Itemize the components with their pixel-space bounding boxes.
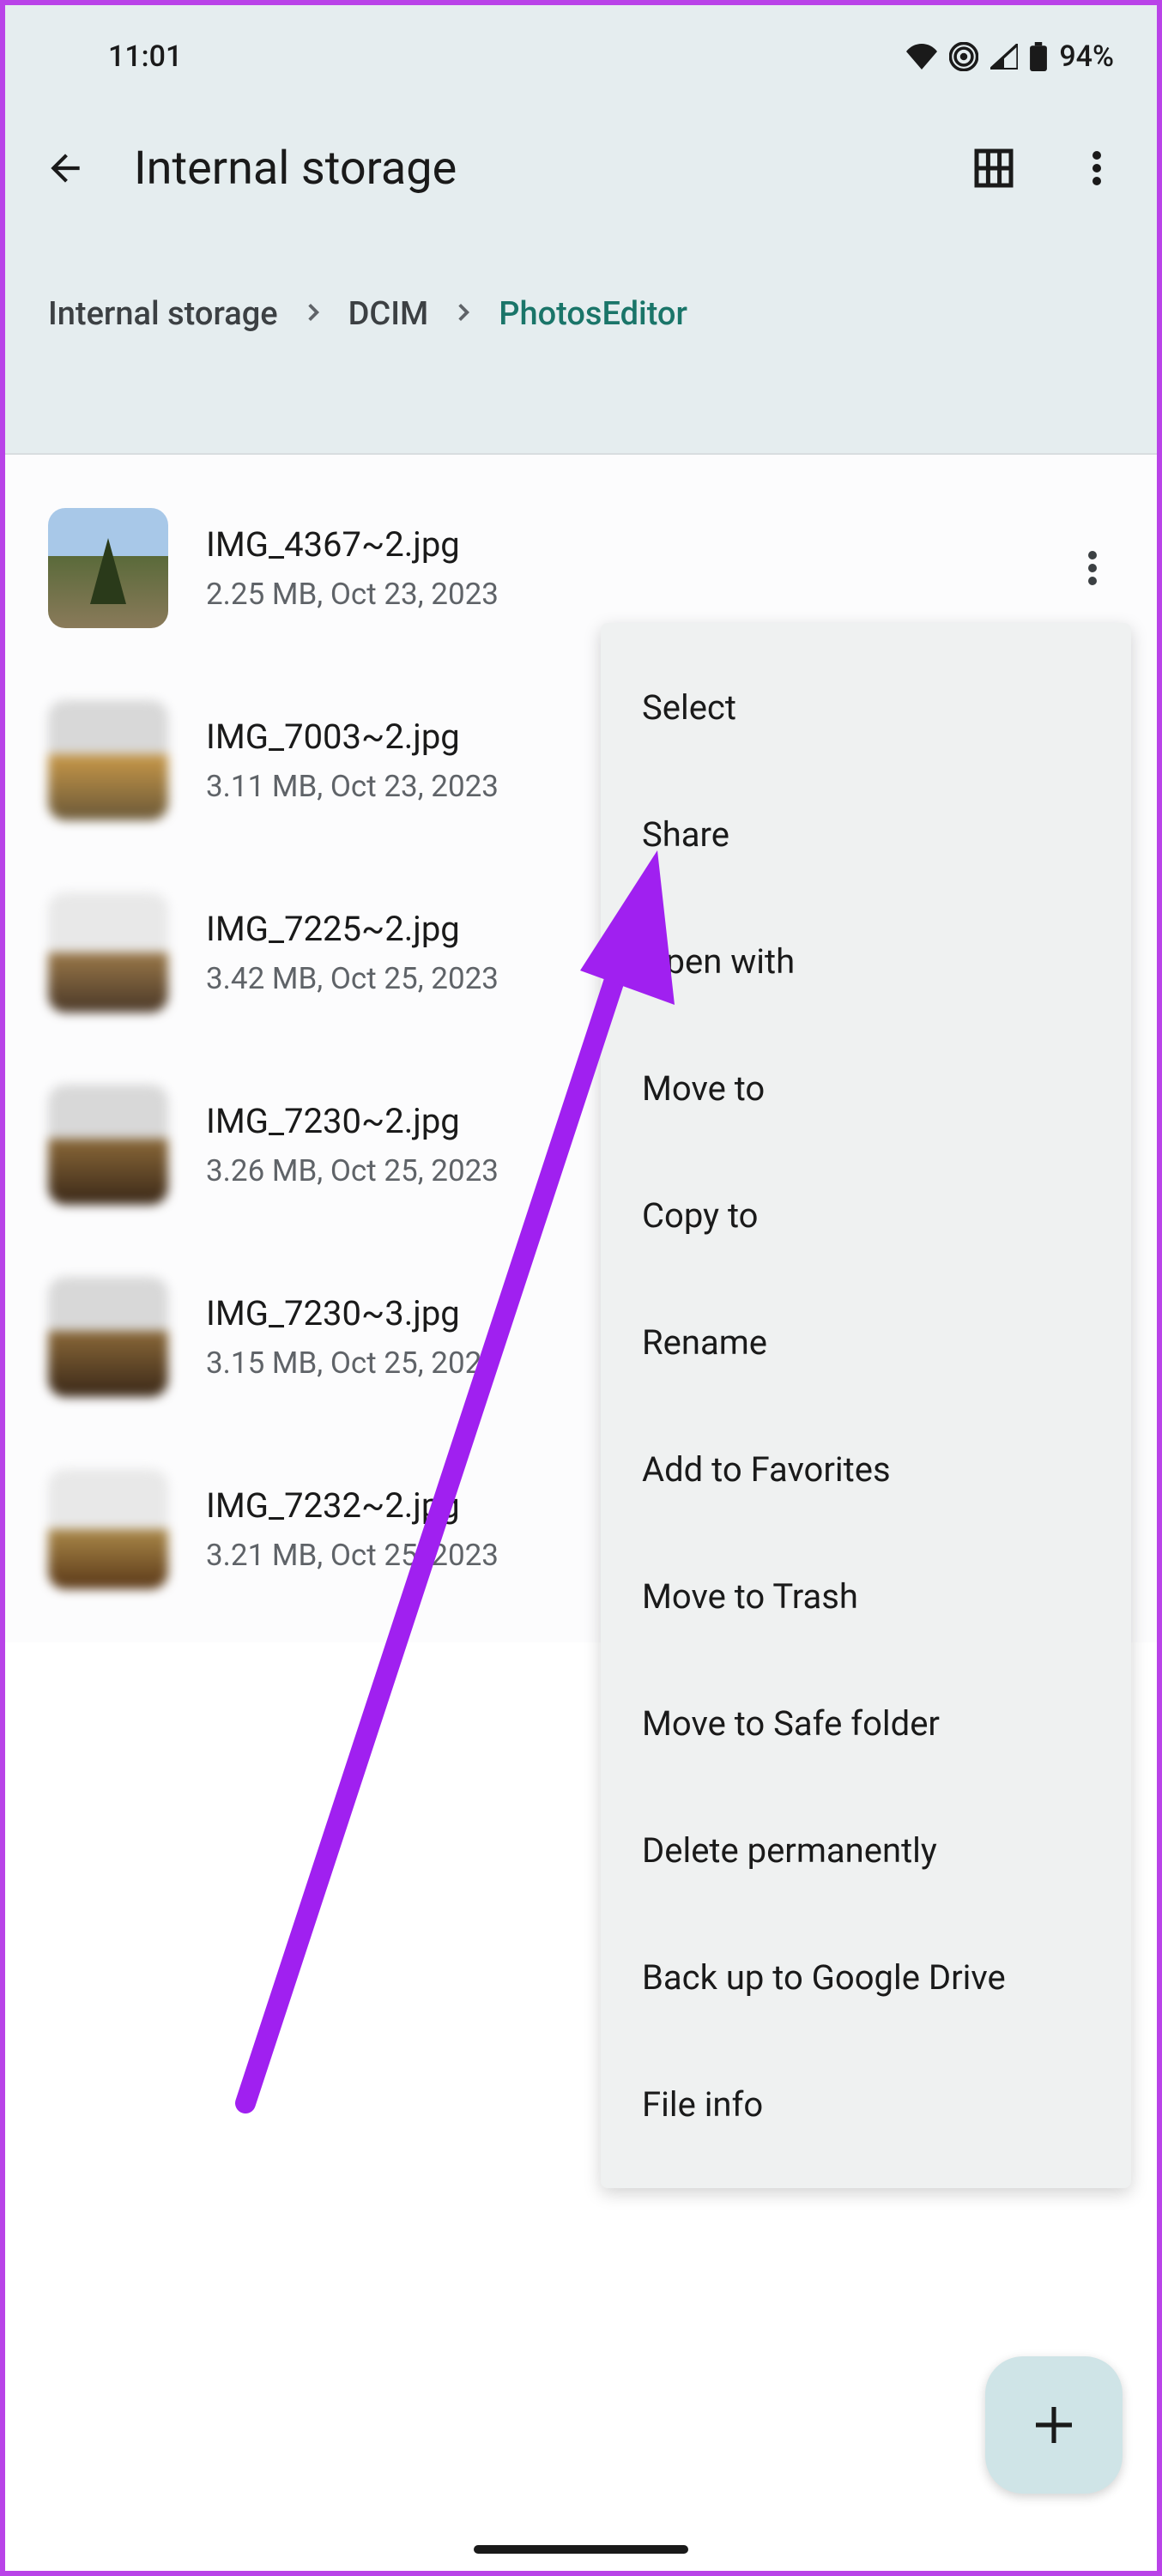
breadcrumb-item[interactable]: DCIM xyxy=(348,295,429,333)
file-more-button[interactable] xyxy=(1071,547,1114,590)
back-button[interactable] xyxy=(39,142,91,194)
file-thumbnail xyxy=(48,1085,168,1205)
menu-item-move-to-trash[interactable]: Move to Trash xyxy=(601,1533,1131,1660)
menu-item-move-to[interactable]: Move to xyxy=(601,1025,1131,1152)
menu-item-move-to-safe-folder[interactable]: Move to Safe folder xyxy=(601,1660,1131,1787)
breadcrumb-item[interactable]: Internal storage xyxy=(48,295,278,333)
menu-item-file-info[interactable]: File info xyxy=(601,2041,1131,2168)
menu-item-select[interactable]: Select xyxy=(601,644,1131,771)
status-right: 94% xyxy=(906,39,1114,74)
fab-add-button[interactable] xyxy=(985,2356,1123,2494)
signal-icon xyxy=(990,44,1018,70)
menu-item-open-with[interactable]: Open with xyxy=(601,898,1131,1025)
overflow-menu-button[interactable] xyxy=(1071,142,1123,194)
menu-item-rename[interactable]: Rename xyxy=(601,1279,1131,1406)
file-thumbnail xyxy=(48,700,168,820)
file-thumbnail xyxy=(48,892,168,1013)
battery-percent: 94% xyxy=(1059,39,1114,74)
menu-item-share[interactable]: Share xyxy=(601,771,1131,898)
file-meta: 2.25 MB, Oct 23, 2023 xyxy=(206,577,1033,612)
file-thumbnail xyxy=(48,1277,168,1397)
screen: 11:01 94% Internal sto xyxy=(0,0,1162,2576)
file-name: IMG_4367~2.jpg xyxy=(206,524,1033,565)
breadcrumb-item-current[interactable]: PhotosEditor xyxy=(499,295,687,333)
header-region: 11:01 94% Internal sto xyxy=(5,5,1157,453)
grid-view-button[interactable] xyxy=(968,142,1020,194)
nav-handle[interactable] xyxy=(474,2545,688,2554)
chevron-right-icon xyxy=(452,301,475,327)
breadcrumb: Internal storage DCIM PhotosEditor xyxy=(5,271,1157,357)
chevron-right-icon xyxy=(302,301,324,327)
context-menu: Select Share Open with Move to Copy to R… xyxy=(601,623,1131,2188)
toolbar-actions xyxy=(968,142,1123,194)
battery-icon xyxy=(1030,42,1047,71)
file-thumbnail xyxy=(48,1469,168,1589)
file-thumbnail xyxy=(48,508,168,628)
menu-item-copy-to[interactable]: Copy to xyxy=(601,1152,1131,1279)
status-bar: 11:01 94% xyxy=(5,5,1157,108)
page-title: Internal storage xyxy=(134,142,925,196)
status-time: 11:01 xyxy=(108,39,182,74)
toolbar: Internal storage xyxy=(5,108,1157,228)
file-info: IMG_4367~2.jpg 2.25 MB, Oct 23, 2023 xyxy=(206,524,1033,612)
menu-item-delete-permanently[interactable]: Delete permanently xyxy=(601,1787,1131,1914)
hotspot-icon xyxy=(949,42,978,71)
menu-item-backup-google-drive[interactable]: Back up to Google Drive xyxy=(601,1914,1131,2041)
wifi-icon xyxy=(906,44,937,70)
menu-item-add-to-favorites[interactable]: Add to Favorites xyxy=(601,1406,1131,1533)
